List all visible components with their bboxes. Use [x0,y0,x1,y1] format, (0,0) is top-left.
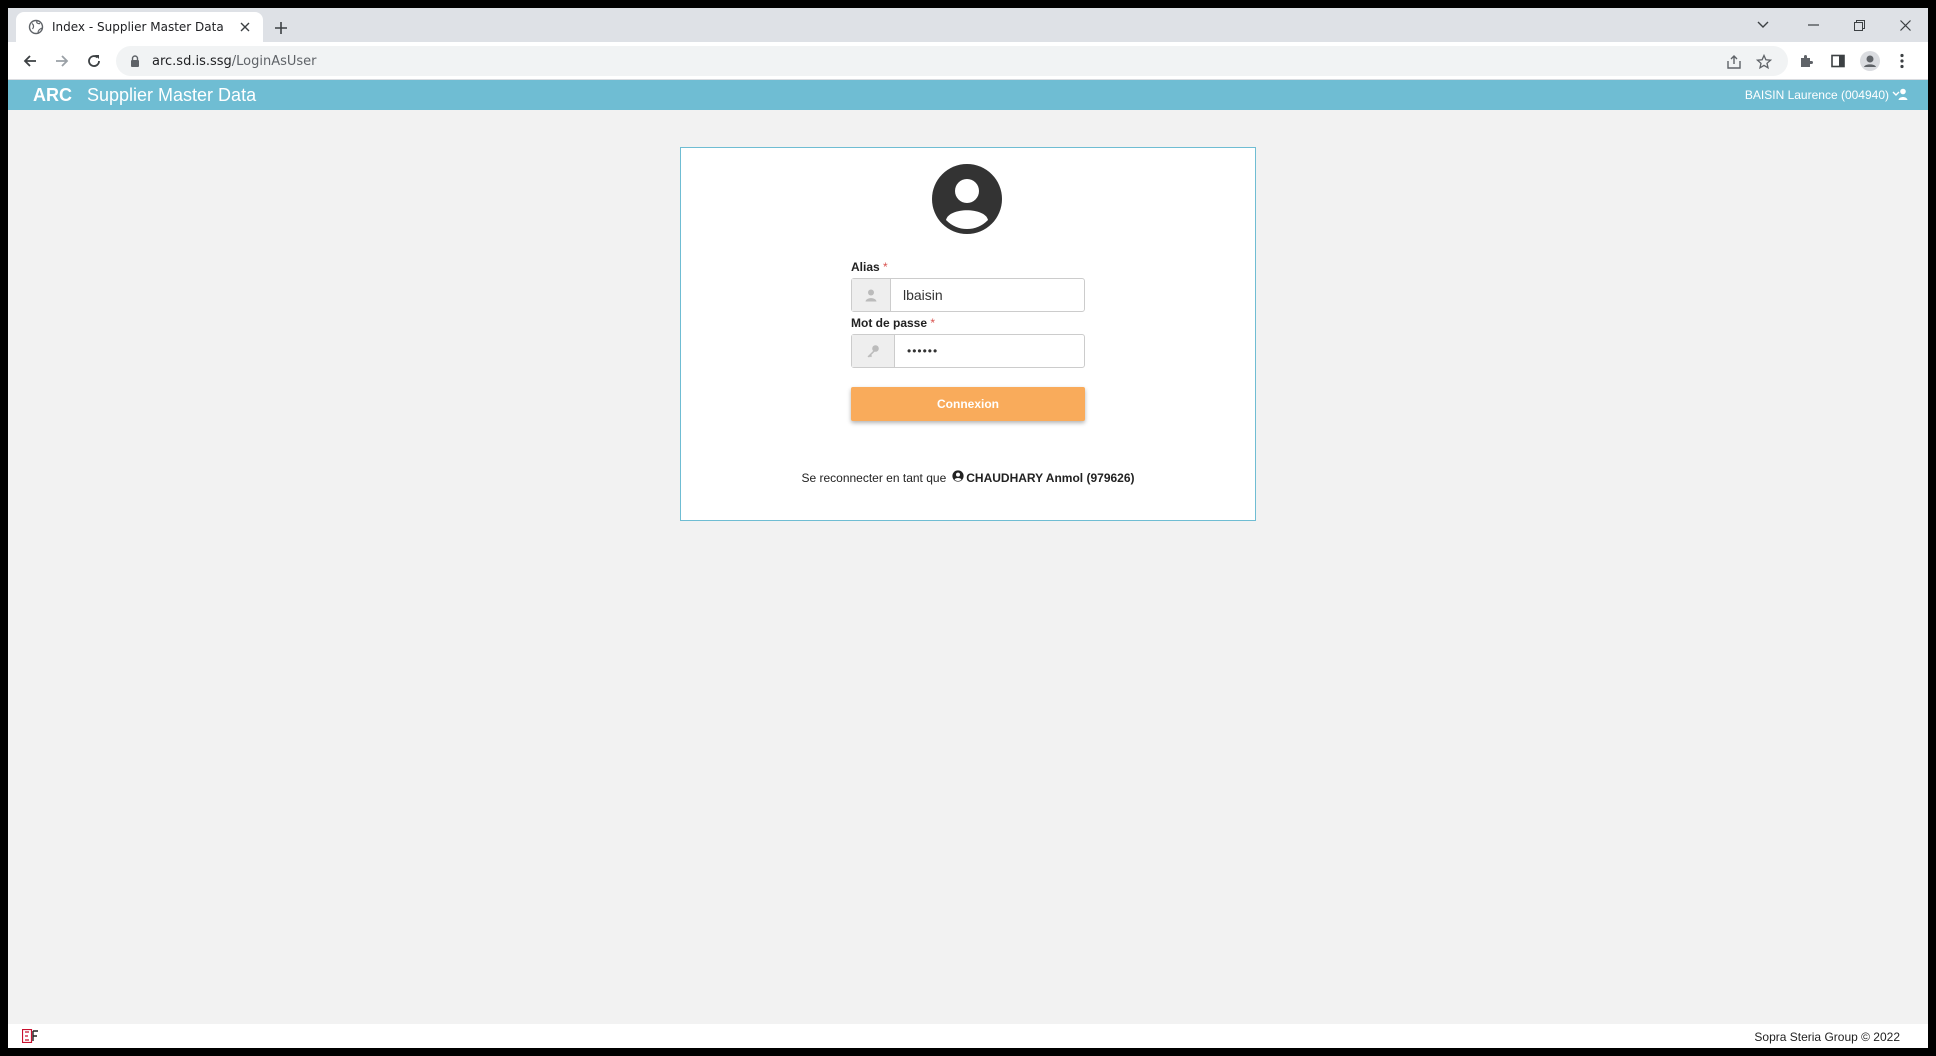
reload-icon[interactable] [82,49,106,73]
address-bar[interactable]: arc.sd.is.ssg/LoginAsUser [116,46,1788,76]
required-mark: * [930,316,936,330]
copyright-text: Sopra Steria Group © 2022 [1754,1030,1900,1044]
browser-toolbar: arc.sd.is.ssg/LoginAsUser [8,42,1928,80]
bookmark-star-icon[interactable] [1754,52,1774,72]
password-label-text: Mot de passe [851,316,928,330]
relogin-user-link[interactable]: CHAUDHARY Anmol (979626) [952,470,1135,485]
alias-label: Alias * [851,260,888,274]
more-menu-icon[interactable] [1890,49,1914,73]
user-circle-icon [932,164,1002,234]
connexion-button[interactable]: Connexion [851,387,1085,421]
minimize-button[interactable] [1790,8,1836,42]
footer: Sopra Steria Group © 2022 [8,1024,1928,1048]
relogin-row: Se reconnecter en tant que CHAUDHARY Anm… [681,470,1255,485]
globe-icon [28,19,44,35]
alias-input-group [851,278,1085,312]
alias-label-text: Alias [851,260,880,274]
side-panel-icon[interactable] [1826,49,1850,73]
url-path: /LoginAsUser [231,53,317,69]
app-title[interactable]: Supplier Master Data [87,85,256,106]
tab-search-icon[interactable] [1740,8,1786,42]
app-brand[interactable]: ARC [33,85,72,106]
company-logo [22,1029,40,1043]
alias-input[interactable] [891,279,1084,311]
required-mark: * [883,260,888,274]
new-tab-button[interactable] [270,17,292,39]
extensions-icon[interactable] [1794,49,1818,73]
password-input[interactable] [895,335,1084,367]
back-icon[interactable] [18,49,42,73]
forward-icon[interactable] [50,49,74,73]
window-controls [1740,8,1928,42]
close-icon[interactable] [237,19,253,35]
omnibox-actions [1724,52,1774,72]
app-header: ARC Supplier Master Data BAISIN Laurence… [8,80,1928,110]
tab-strip: Index - Supplier Master Data [8,8,1928,42]
restore-button[interactable] [1836,8,1882,42]
url-host: arc.sd.is.ssg [152,53,232,69]
close-window-button[interactable] [1882,8,1928,42]
tab-title: Index - Supplier Master Data [52,20,224,34]
key-icon [852,335,895,367]
user-icon [852,279,891,311]
share-icon[interactable] [1724,52,1744,72]
relogin-text: Se reconnecter en tant que [801,470,947,485]
password-label: Mot de passe * [851,316,935,330]
url-text: arc.sd.is.ssg/LoginAsUser [152,54,317,69]
password-input-group [851,334,1085,368]
browser-window: Index - Supplier Master Data arc.sd.is.s… [8,8,1928,1048]
login-card: Alias * Mot de passe * Connexion Se reco… [680,147,1256,521]
profile-avatar[interactable] [1858,49,1882,73]
lock-icon [128,54,142,68]
relogin-user-name: CHAUDHARY Anmol (979626) [966,470,1135,485]
user-circle-small-icon [952,470,964,485]
browser-tab[interactable]: Index - Supplier Master Data [16,12,263,42]
toolbar-actions [1794,49,1914,73]
user-menu[interactable]: BAISIN Laurence (004940) [1745,80,1908,110]
user-switch-icon [1892,88,1908,103]
current-user-name: BAISIN Laurence (004940) [1744,88,1889,102]
